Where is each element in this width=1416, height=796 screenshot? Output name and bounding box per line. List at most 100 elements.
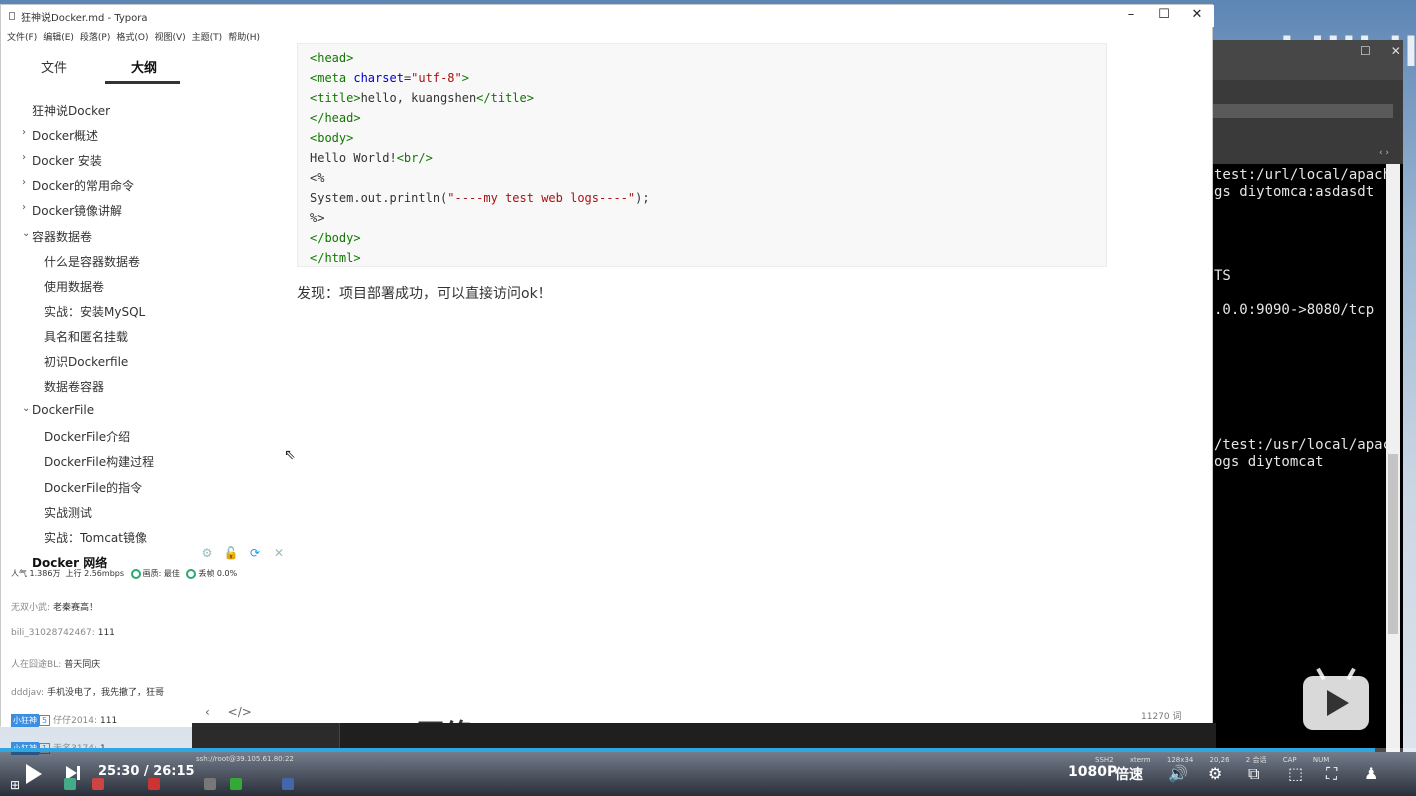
outline-item[interactable]: 初识Dockerfile [44,353,128,370]
menu-edit[interactable]: 编辑(E) [43,30,74,45]
widescreen-icon[interactable]: ⬚ [1288,764,1303,783]
menu-paragraph[interactable]: 段落(P) [80,30,110,45]
terminal-line: test:/url/local/apach [1214,167,1392,183]
source-mode-icon[interactable]: </> [228,705,252,719]
lock-icon[interactable]: 🔓 [219,546,243,560]
player-settings-icon[interactable]: ⚙ [1208,764,1222,783]
chevron-icon[interactable]: › [22,152,26,163]
play-icon[interactable] [26,764,42,784]
danmaku-user[interactable]: 人在囧途BL: [11,660,61,670]
outline-label: DockerFile的指令 [44,480,143,495]
chevron-icon[interactable]: › [22,177,26,188]
outline-label: Docker的常用命令 [32,179,135,194]
outline-label: Docker 安装 [32,154,102,169]
taskbar-app-icon[interactable] [92,778,104,790]
terminal-line: ogs diytomcat [1214,454,1324,470]
danmaku-text: 111 [100,716,118,726]
menu-help[interactable]: 帮助(H) [228,30,260,45]
outline-label: 狂神说Docker [32,104,111,118]
num-indicator: NUM [1312,756,1330,764]
title-bar: T 狂神说Docker.md - Typora – ☐ ✕ [1,5,1214,27]
big-play-button[interactable] [1303,667,1369,730]
tab-files[interactable]: 文件 [41,57,67,76]
paragraph[interactable]: 发现：项目部署成功，可以直接访问ok！ [297,283,552,303]
fullscreen-icon[interactable]: ⛶ [1326,764,1337,784]
terminal-scrollbar[interactable] [1386,164,1400,752]
terminal-close-icon: ✕ [1390,44,1401,58]
menu-view[interactable]: 视图(V) [154,30,185,45]
chevron-icon[interactable]: › [22,202,26,213]
code-line: <body> [310,131,354,145]
user-icon[interactable]: ♟ [1364,764,1378,783]
maximize-button[interactable]: ☐ [1154,7,1174,22]
cursor-pos: 20,26 [1209,756,1230,764]
chevron-icon[interactable]: › [22,127,26,138]
danmaku-user[interactable]: 仔仔2014: [53,716,97,726]
ssh-protocol: SSH2 [1095,756,1114,764]
chevron-icon[interactable]: ⌄ [22,403,30,414]
outline-item[interactable]: DockerFile的指令 [44,479,142,496]
terminal-arrows-icon[interactable]: ‹ › [1379,148,1389,158]
code-line: System.out.println("----my test web logs… [310,191,650,205]
taskbar-app-icon[interactable] [64,778,76,790]
code-line: Hello World!<br/> [310,151,433,165]
code-block[interactable]: <head> <meta charset="utf-8"> <title>hel… [297,43,1107,267]
taskbar-app-icon[interactable] [148,778,160,790]
settings-icon[interactable]: ⚙ [195,546,219,560]
danmaku-text: 普天同庆 [64,660,101,670]
taskbar-app-icon[interactable] [204,778,216,790]
ssh-tab[interactable] [192,723,340,749]
speed-button[interactable]: 倍速 [1115,764,1143,784]
upload-rate: 上行 2.56mbps [65,569,125,578]
editor-footer: ‹ </> [205,705,266,719]
terminal-window[interactable]: ‹ › [1213,40,1403,752]
danmaku-user[interactable]: dddjav: [11,688,44,698]
menu-theme[interactable]: 主题(T) [192,30,223,45]
outline-item[interactable]: 什么是容器数据卷 [44,253,140,270]
close-button[interactable]: ✕ [1187,7,1207,22]
outline-label: Docker概述 [32,129,99,144]
tab-outline[interactable]: 大纲 [131,57,157,76]
back-arrow-icon[interactable]: ‹ [205,705,210,719]
outline-item[interactable]: › Docker的常用命令 [22,177,135,194]
outline-item[interactable]: DockerFile构建过程 [44,453,154,470]
word-count[interactable]: 11270 词 [1141,709,1182,722]
refresh-icon[interactable]: ⟳ [243,546,267,560]
quality-button[interactable]: 1080P [1068,764,1117,780]
outline-item[interactable]: 实战测试 [44,504,92,521]
outline-item[interactable]: › Docker镜像讲解 [22,202,123,219]
outline-label: 实战测试 [44,505,93,520]
outline-label: 具名和匿名挂载 [44,329,129,344]
volume-icon[interactable]: 🔊 [1168,764,1188,783]
outline-item[interactable]: 数据卷容器 [44,378,104,395]
outline-item[interactable]: 狂神说Docker [32,102,110,119]
typora-window: T 狂神说Docker.md - Typora – ☐ ✕ 文件(F) 编辑(E… [0,4,1214,727]
windows-start-icon[interactable]: ⊞ [10,778,20,792]
outline-label: 容器数据卷 [32,229,93,244]
outline-item[interactable]: ⌄ DockerFile [22,403,94,417]
minimize-button[interactable]: – [1121,7,1141,22]
outline-item[interactable]: DockerFile介绍 [44,428,130,445]
outline-item[interactable]: › Docker 安装 [22,152,102,169]
outline-item[interactable]: 使用数据卷 [44,278,104,295]
terminal-address-field[interactable] [1213,104,1393,118]
outline-label: Docker镜像讲解 [32,204,123,219]
taskbar-app-icon[interactable] [230,778,242,790]
danmaku-user[interactable]: 无双小武: [11,603,50,613]
danmaku-user[interactable]: bili_31028742467: [11,628,95,638]
outline-item[interactable]: ⌄ 容器数据卷 [22,228,93,245]
outline-label: 数据卷容器 [44,380,105,395]
outline-item[interactable]: 具名和匿名挂载 [44,328,128,345]
chevron-icon[interactable]: ⌄ [22,228,30,239]
pip-icon[interactable]: ⧉ [1248,764,1259,784]
menu-file[interactable]: 文件(F) [7,30,37,45]
outline-item[interactable]: › Docker概述 [22,127,99,144]
outline-item[interactable]: 实战：安装MySQL [44,303,145,320]
menu-format[interactable]: 格式(O) [116,30,148,45]
close-icon[interactable]: ✕ [267,546,291,560]
danmaku-text: 手机没电了，我先撤了，狂哥 [47,688,165,698]
terminal-window-controls[interactable]: ☐ ✕ [1340,44,1401,58]
outline-item[interactable]: 实战：Tomcat镜像 [44,529,147,546]
taskbar-app-icon[interactable] [282,778,294,790]
code-line: </head> [310,111,361,125]
